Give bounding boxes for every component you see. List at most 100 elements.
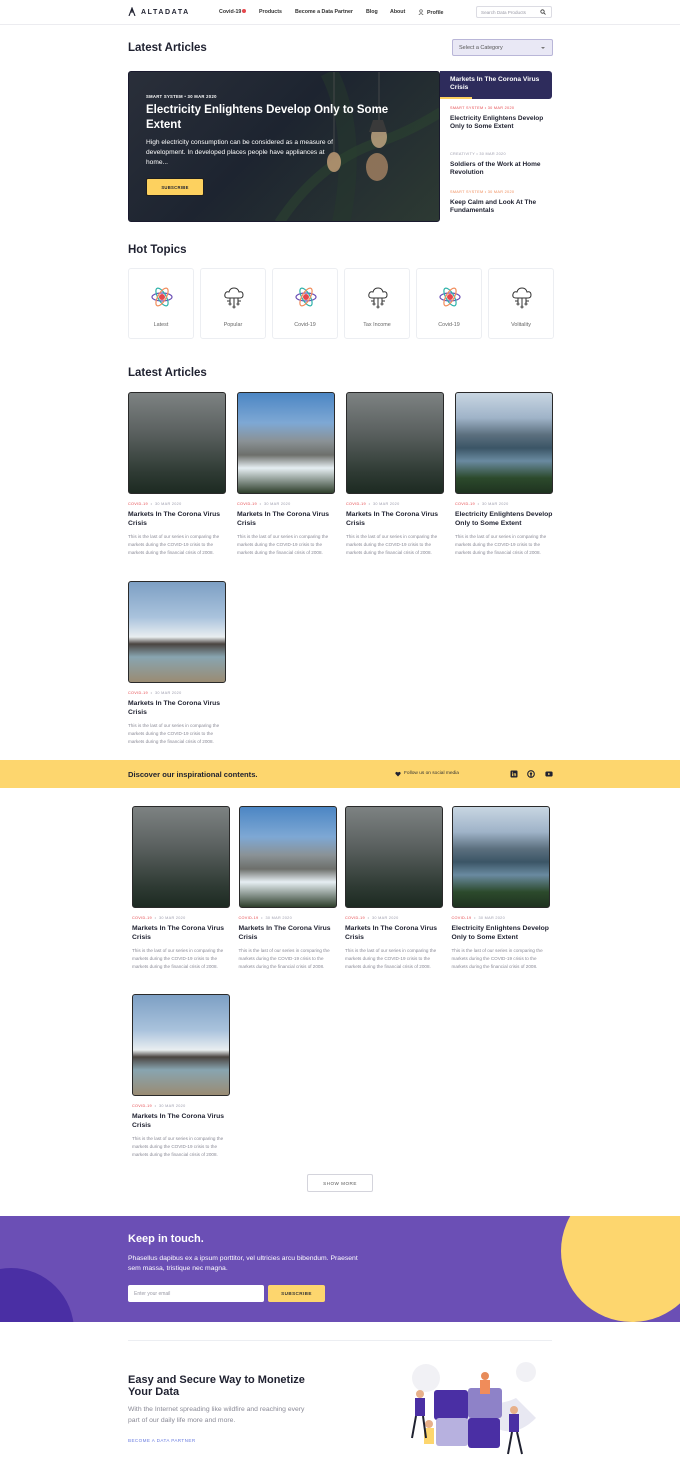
article-image[interactable] xyxy=(128,392,226,494)
side-article-title[interactable]: Keep Calm and Look At The Fundamentals xyxy=(450,199,545,215)
atom-icon xyxy=(439,287,461,307)
article-title[interactable]: Markets In The Corona Virus Crisis xyxy=(237,511,335,528)
article-image[interactable] xyxy=(345,806,443,908)
article-category: COVID-19 xyxy=(132,1104,152,1108)
article-image[interactable] xyxy=(128,581,226,683)
article-category: COVID-19 xyxy=(455,502,475,506)
article-title[interactable]: Markets In The Corona Virus Crisis xyxy=(239,925,337,942)
cloud-network-icon xyxy=(512,287,532,309)
article-meta: COVID-19 • 30 MAR 2020 xyxy=(345,916,399,920)
topic-label: Volitality xyxy=(511,322,531,328)
article-date: 30 MAR 2020 xyxy=(481,502,509,506)
follow-text: Follow us on social media xyxy=(404,771,459,776)
article-card[interactable]: COVID-19 • 30 MAR 2020 Markets In The Cor… xyxy=(132,994,230,1160)
article-card[interactable]: COVID-19 • 30 MAR 2020 Markets In The Cor… xyxy=(346,392,444,558)
nav-products[interactable]: Products xyxy=(259,9,282,15)
article-card[interactable]: COVID-19 • 30 MAR 2020 Markets In The Cor… xyxy=(128,581,226,747)
search-input[interactable]: Search Data Products xyxy=(476,6,552,18)
cloud-network-icon xyxy=(368,287,388,309)
article-card[interactable]: COVID-19 • 30 MAR 2020 Markets In The Cor… xyxy=(132,806,230,972)
article-description: This is the last of our series in compar… xyxy=(455,534,547,556)
social-band: Discover our inspirational contents. Fol… xyxy=(0,760,680,788)
side-active-indicator xyxy=(440,97,472,99)
youtube-icon[interactable] xyxy=(545,770,553,778)
hero-subscribe-button[interactable]: SUBSCRIBE xyxy=(146,178,204,196)
article-date: 30 MAR 2020 xyxy=(372,502,400,506)
newsletter-subscribe-button[interactable]: SUBSCRIBE xyxy=(268,1285,325,1302)
nav-profile-label: Profile xyxy=(427,10,444,16)
article-title[interactable]: Markets In The Corona Virus Crisis xyxy=(346,511,444,528)
article-image[interactable] xyxy=(451,806,550,908)
hero-article[interactable]: SMART SYSTEM • 30 MAR 2020 Electricity E… xyxy=(128,71,440,222)
article-meta: COVID-19 • 30 MAR 2020 xyxy=(132,916,186,920)
side-article-meta: SMART SYSTEM • 30 MAR 2020 xyxy=(450,190,514,194)
side-article-title[interactable]: Electricity Enlightens Develop Only to S… xyxy=(450,115,545,131)
latest-articles-heading: Latest Articles xyxy=(128,42,207,54)
nav-data-partner[interactable]: Become a Data Partner xyxy=(295,9,353,15)
nav-about[interactable]: About xyxy=(390,9,405,15)
article-title[interactable]: Markets In The Corona Virus Crisis xyxy=(132,1113,230,1130)
article-card[interactable]: COVID-19 • 30 MAR 2020 Markets In The Cor… xyxy=(128,392,226,558)
topic-label: Tax Income xyxy=(363,322,391,328)
chevron-down-icon xyxy=(541,47,545,49)
nav-profile[interactable]: Profile xyxy=(418,9,443,16)
search-icon[interactable] xyxy=(540,9,546,15)
become-partner-link[interactable]: BECOME A DATA PARTNER xyxy=(128,1438,196,1443)
topic-card-covid-19[interactable]: Covid-19 xyxy=(416,268,482,339)
topic-card-covid-19[interactable]: Covid-19 xyxy=(272,268,338,339)
article-image[interactable] xyxy=(237,392,335,494)
article-date: 30 MAR 2020 xyxy=(154,502,182,506)
article-date: 30 MAR 2020 xyxy=(154,691,182,695)
article-card[interactable]: COVID-19 • 30 MAR 2020 Markets In The Cor… xyxy=(345,806,443,972)
github-icon[interactable] xyxy=(527,770,535,778)
topic-card-popular[interactable]: Popular xyxy=(200,268,266,339)
article-card[interactable]: COVID-19 • 30 MAR 2020 Electricity Enligh… xyxy=(455,392,553,558)
linkedin-icon[interactable] xyxy=(510,770,518,778)
article-card[interactable]: COVID-19 • 30 MAR 2020 Markets In The Cor… xyxy=(238,806,337,972)
topic-card-volitality[interactable]: Volitality xyxy=(488,268,554,339)
hero-title[interactable]: Electricity Enlightens Develop Only to S… xyxy=(146,103,406,132)
article-category: COVID-19 xyxy=(345,916,365,920)
article-card[interactable]: COVID-19 • 30 MAR 2020 Electricity Enligh… xyxy=(451,806,550,972)
topic-card-tax-income[interactable]: Tax Income xyxy=(344,268,410,339)
article-meta: COVID-19 • 30 MAR 2020 xyxy=(455,502,509,506)
article-description: This is the last of our series in compar… xyxy=(345,948,437,970)
nav-covid[interactable]: Covid-19 xyxy=(219,9,247,15)
show-more-button[interactable]: SHOW MORE xyxy=(307,1174,373,1192)
category-select-label: Select a Category xyxy=(459,45,503,51)
side-article-active[interactable]: Markets In The Corona Virus Crisis xyxy=(440,71,552,99)
article-card[interactable]: COVID-19 • 30 MAR 2020 Markets In The Cor… xyxy=(237,392,335,558)
article-title[interactable]: Markets In The Corona Virus Crisis xyxy=(128,511,226,528)
nav-blog[interactable]: Blog xyxy=(366,9,378,15)
category-select[interactable]: Select a Category xyxy=(452,39,553,56)
article-title[interactable]: Electricity Enlightens Develop Only to S… xyxy=(452,925,550,942)
article-title[interactable]: Markets In The Corona Virus Crisis xyxy=(128,700,226,717)
logo[interactable]: ALTADATA xyxy=(128,7,190,16)
top-navbar: ALTADATA Covid-19 Products Become a Data… xyxy=(0,0,680,25)
latest-articles-grid-heading: Latest Articles xyxy=(128,367,207,379)
article-image[interactable] xyxy=(238,806,337,908)
article-title[interactable]: Markets In The Corona Virus Crisis xyxy=(132,925,230,942)
logo-text: ALTADATA xyxy=(141,9,190,16)
topic-card-latest[interactable]: Latest xyxy=(128,268,194,339)
band-title: Discover our inspirational contents. xyxy=(128,770,258,779)
topic-label: Covid-19 xyxy=(294,322,316,328)
article-title[interactable]: Electricity Enlightens Develop Only to S… xyxy=(455,511,553,528)
article-category: COVID-19 xyxy=(132,916,152,920)
article-category: COVID-19 xyxy=(238,916,259,920)
article-image[interactable] xyxy=(132,806,230,908)
article-title[interactable]: Markets In The Corona Virus Crisis xyxy=(345,925,443,942)
email-field[interactable]: Enter your email xyxy=(128,1285,264,1302)
article-image[interactable] xyxy=(132,994,230,1096)
side-meta-1: SMART SYSTEM • 30 MAR 2020 xyxy=(450,106,515,110)
atom-icon xyxy=(151,287,173,307)
article-meta: COVID-19 • 30 MAR 2020 xyxy=(346,502,400,506)
article-image[interactable] xyxy=(346,392,444,494)
hero-description: High electricity consumption can be cons… xyxy=(146,139,333,166)
side-article-title[interactable]: Soldiers of the Work at Home Revolution xyxy=(450,161,545,177)
decorative-circle xyxy=(0,1268,74,1322)
article-image[interactable] xyxy=(455,392,553,494)
nav-covid-label: Covid-19 xyxy=(219,9,242,15)
article-description: This is the last of our series in compar… xyxy=(238,948,330,970)
article-category: COVID-19 xyxy=(346,502,366,506)
